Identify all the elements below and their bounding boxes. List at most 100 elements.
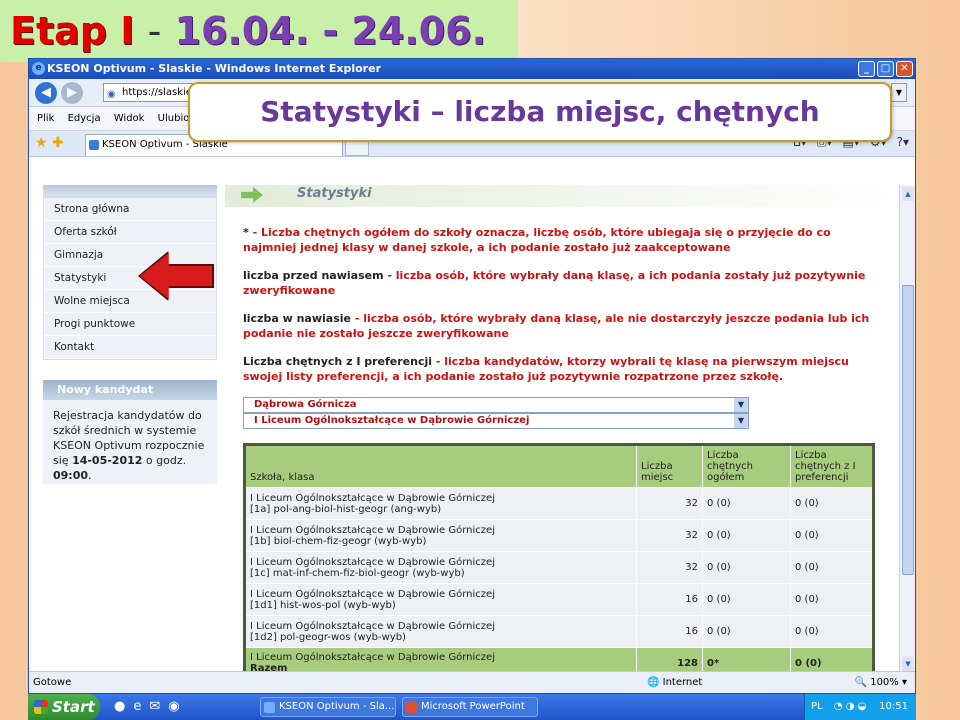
sidebar-item-progi-punktowe[interactable]: Progi punktowe xyxy=(44,313,216,336)
cell-first-pref: 0 (0) xyxy=(790,519,874,552)
scroll-up-icon[interactable]: ▲ xyxy=(902,187,914,201)
cell-school: I Liceum Ogólnokształcące w Dąbrowie Gór… xyxy=(244,615,637,648)
col-header-first-pref: Liczba chętnych z I preferencji xyxy=(790,444,874,488)
cell-first-pref: 0 (0) xyxy=(790,615,874,648)
main-panel: Statystyki * - Liczba chętnych ogółem do… xyxy=(225,185,901,673)
definition-item: Liczba chętnych z I preferencji - liczba… xyxy=(243,354,887,384)
new-candidate-time: 09:00 xyxy=(53,469,89,482)
sidebar-item-wolne-miejsca[interactable]: Wolne miejsca xyxy=(44,290,216,313)
new-candidate-text: Rejestracja kandydatów do szkół średnich… xyxy=(43,400,217,484)
school-name: I Liceum Ogólnokształcące w Dąbrowie Gór… xyxy=(250,492,495,504)
city-select-value: Dąbrowa Górnicza xyxy=(254,399,357,410)
table-row: I Liceum Ogólnokształcące w Dąbrowie Gór… xyxy=(244,487,874,520)
table-row: I Liceum Ogólnokształcące w Dąbrowie Gór… xyxy=(244,615,874,648)
col-header-places: Liczba miejsc xyxy=(636,444,703,488)
definition-text: - Liczba chętnych ogółem do szkoły oznac… xyxy=(243,226,831,254)
security-zone: 🌐 Internet xyxy=(647,677,703,688)
scrollbar-thumb[interactable] xyxy=(902,285,914,575)
city-select[interactable]: Dąbrowa Górnicza ▼ xyxy=(243,397,749,413)
ie-icon[interactable]: e xyxy=(133,699,141,714)
definition-term: liczba przed nawiasem xyxy=(243,269,384,282)
sidebar-item-oferta-szkol[interactable]: Oferta szkół xyxy=(44,221,216,244)
help-icon[interactable]: ?▾ xyxy=(897,135,909,150)
class-name: [1b] biol-chem-fiz-geogr (wyb-wyb) xyxy=(250,535,427,547)
section-header: Statystyki xyxy=(225,185,901,207)
vertical-scrollbar[interactable]: ▲ ▼ xyxy=(899,185,915,673)
firefox-icon[interactable]: ● xyxy=(114,699,125,714)
definition-term: Liczba chętnych z I preferencji xyxy=(243,355,433,368)
definition-item: * - Liczba chętnych ogółem do szkoły ozn… xyxy=(243,225,887,255)
cell-first-pref: 0 (0) xyxy=(790,647,874,673)
close-button[interactable]: ✕ xyxy=(896,61,913,77)
quick-launch: ● e ✉ ◉ xyxy=(114,699,180,714)
school-name: I Liceum Ogólnokształcące w Dąbrowie Gór… xyxy=(250,556,495,568)
window-titlebar[interactable]: e KSEON Optivum - Slaskie - Windows Inte… xyxy=(29,59,915,79)
cell-school: I Liceum Ogólnokształcące w Dąbrowie Gór… xyxy=(244,583,637,616)
sidebar: Strona główna Oferta szkół Gimnazja Stat… xyxy=(43,185,217,484)
outlook-icon[interactable]: ✉ xyxy=(149,699,160,714)
definitions: * - Liczba chętnych ogółem do szkoły ozn… xyxy=(225,207,901,384)
language-indicator[interactable]: PL xyxy=(811,701,823,712)
zone-text: Internet xyxy=(662,677,703,688)
school-select-value: I Liceum Ogólnokształcące w Dąbrowie Gór… xyxy=(254,415,530,426)
cell-places: 32 xyxy=(636,519,703,552)
sidebar-item-kontakt[interactable]: Kontakt xyxy=(44,336,216,359)
start-label: Start xyxy=(52,698,95,716)
clock[interactable]: 10:51 xyxy=(879,694,908,720)
ie-logo-icon: e xyxy=(32,62,45,75)
taskbar-item-browser[interactable]: KSEON Optivum - Sla... xyxy=(260,697,396,717)
new-candidate-header: Nowy kandydat xyxy=(43,380,217,400)
class-name: [1a] pol-ang-biol-hist-geogr (ang-wyb) xyxy=(250,503,442,515)
school-name: I Liceum Ogólnokształcące w Dąbrowie Gór… xyxy=(250,588,495,600)
menu-widok[interactable]: Widok xyxy=(114,113,145,124)
minimize-button[interactable]: _ xyxy=(858,61,875,77)
cell-places: 16 xyxy=(636,583,703,616)
chevron-down-icon[interactable]: ▼ xyxy=(734,398,748,412)
table-header-row: Szkoła, klasa Liczba miejsc Liczba chętn… xyxy=(244,444,874,488)
filters: Dąbrowa Górnicza ▼ I Liceum Ogólnokształ… xyxy=(225,397,901,429)
slide-title: Etap I - 16.04. - 24.06. xyxy=(0,0,518,62)
school-name: I Liceum Ogólnokształcące w Dąbrowie Gór… xyxy=(250,652,495,663)
zoom-level[interactable]: 🔍 100% ▾ xyxy=(855,672,907,693)
new-candidate-text-2: o godz. xyxy=(142,454,187,467)
ie-task-icon xyxy=(264,702,275,713)
sidebar-item-strona-glowna[interactable]: Strona główna xyxy=(44,198,216,221)
cell-places: 32 xyxy=(636,551,703,584)
school-select[interactable]: I Liceum Ogólnokształcące w Dąbrowie Gór… xyxy=(243,413,749,429)
favorites-star-icon[interactable]: ★ ✚ xyxy=(35,135,64,151)
definition-item: liczba przed nawiasem - liczba osób, któ… xyxy=(243,268,887,298)
class-name: [1d1] hist-wos-pol (wyb-wyb) xyxy=(250,599,396,611)
table-total-row: I Liceum Ogólnokształcące w Dąbrowie Gór… xyxy=(244,647,874,673)
cell-school: I Liceum Ogólnokształcące w Dąbrowie Gór… xyxy=(244,519,637,552)
taskbar-item-powerpoint[interactable]: Microsoft PowerPoint ... xyxy=(402,697,538,720)
scroll-down-icon[interactable]: ▼ xyxy=(902,657,914,671)
taskbar-item-label: KSEON Optivum - Sla... xyxy=(279,701,395,712)
windows-logo-icon xyxy=(34,700,48,714)
slide-title-etap: Etap I xyxy=(10,9,135,53)
start-button[interactable]: Start xyxy=(28,694,100,720)
cell-school: I Liceum Ogólnokształcące w Dąbrowie Gór… xyxy=(244,551,637,584)
col-header-applicants: Liczba chętnych ogółem xyxy=(702,444,791,488)
menu-edycja[interactable]: Edycja xyxy=(68,113,101,124)
media-icon[interactable]: ◉ xyxy=(168,699,179,714)
definition-term: liczba w nawiasie xyxy=(243,312,351,325)
search-dropdown-icon[interactable]: ▼ xyxy=(891,83,907,102)
slide-banner: Statystyki – liczba miejsc, chętnych xyxy=(188,82,892,142)
col-header-school: Szkoła, klasa xyxy=(244,444,637,488)
browser-window: e KSEON Optivum - Slaskie - Windows Inte… xyxy=(28,58,916,694)
menu-plik[interactable]: Plik xyxy=(37,113,54,124)
class-name: [1d2] pol-geogr-wos (wyb-wyb) xyxy=(250,631,406,643)
new-candidate-date: 14-05-2012 xyxy=(72,454,143,467)
class-name: [1c] mat-inf-chem-fiz-biol-geogr (wyb-wy… xyxy=(250,567,465,579)
slide-title-dash: - xyxy=(147,9,162,53)
sidebar-item-gimnazja[interactable]: Gimnazja xyxy=(44,244,216,267)
taskbar-item-label: Microsoft PowerPoint ... xyxy=(421,701,525,720)
chevron-down-icon[interactable]: ▼ xyxy=(734,414,748,428)
tray-icons[interactable]: ◔ ◑ ◒ xyxy=(834,701,867,712)
cell-applicants: 0 (0) xyxy=(702,487,791,520)
back-button[interactable]: ◀ xyxy=(35,82,57,104)
system-tray: PL ◔ ◑ ◒ 10:51 xyxy=(804,694,916,720)
maximize-button[interactable]: □ xyxy=(877,61,894,77)
forward-button[interactable]: ▶ xyxy=(61,82,83,104)
school-name: I Liceum Ogólnokształcące w Dąbrowie Gór… xyxy=(250,620,495,632)
